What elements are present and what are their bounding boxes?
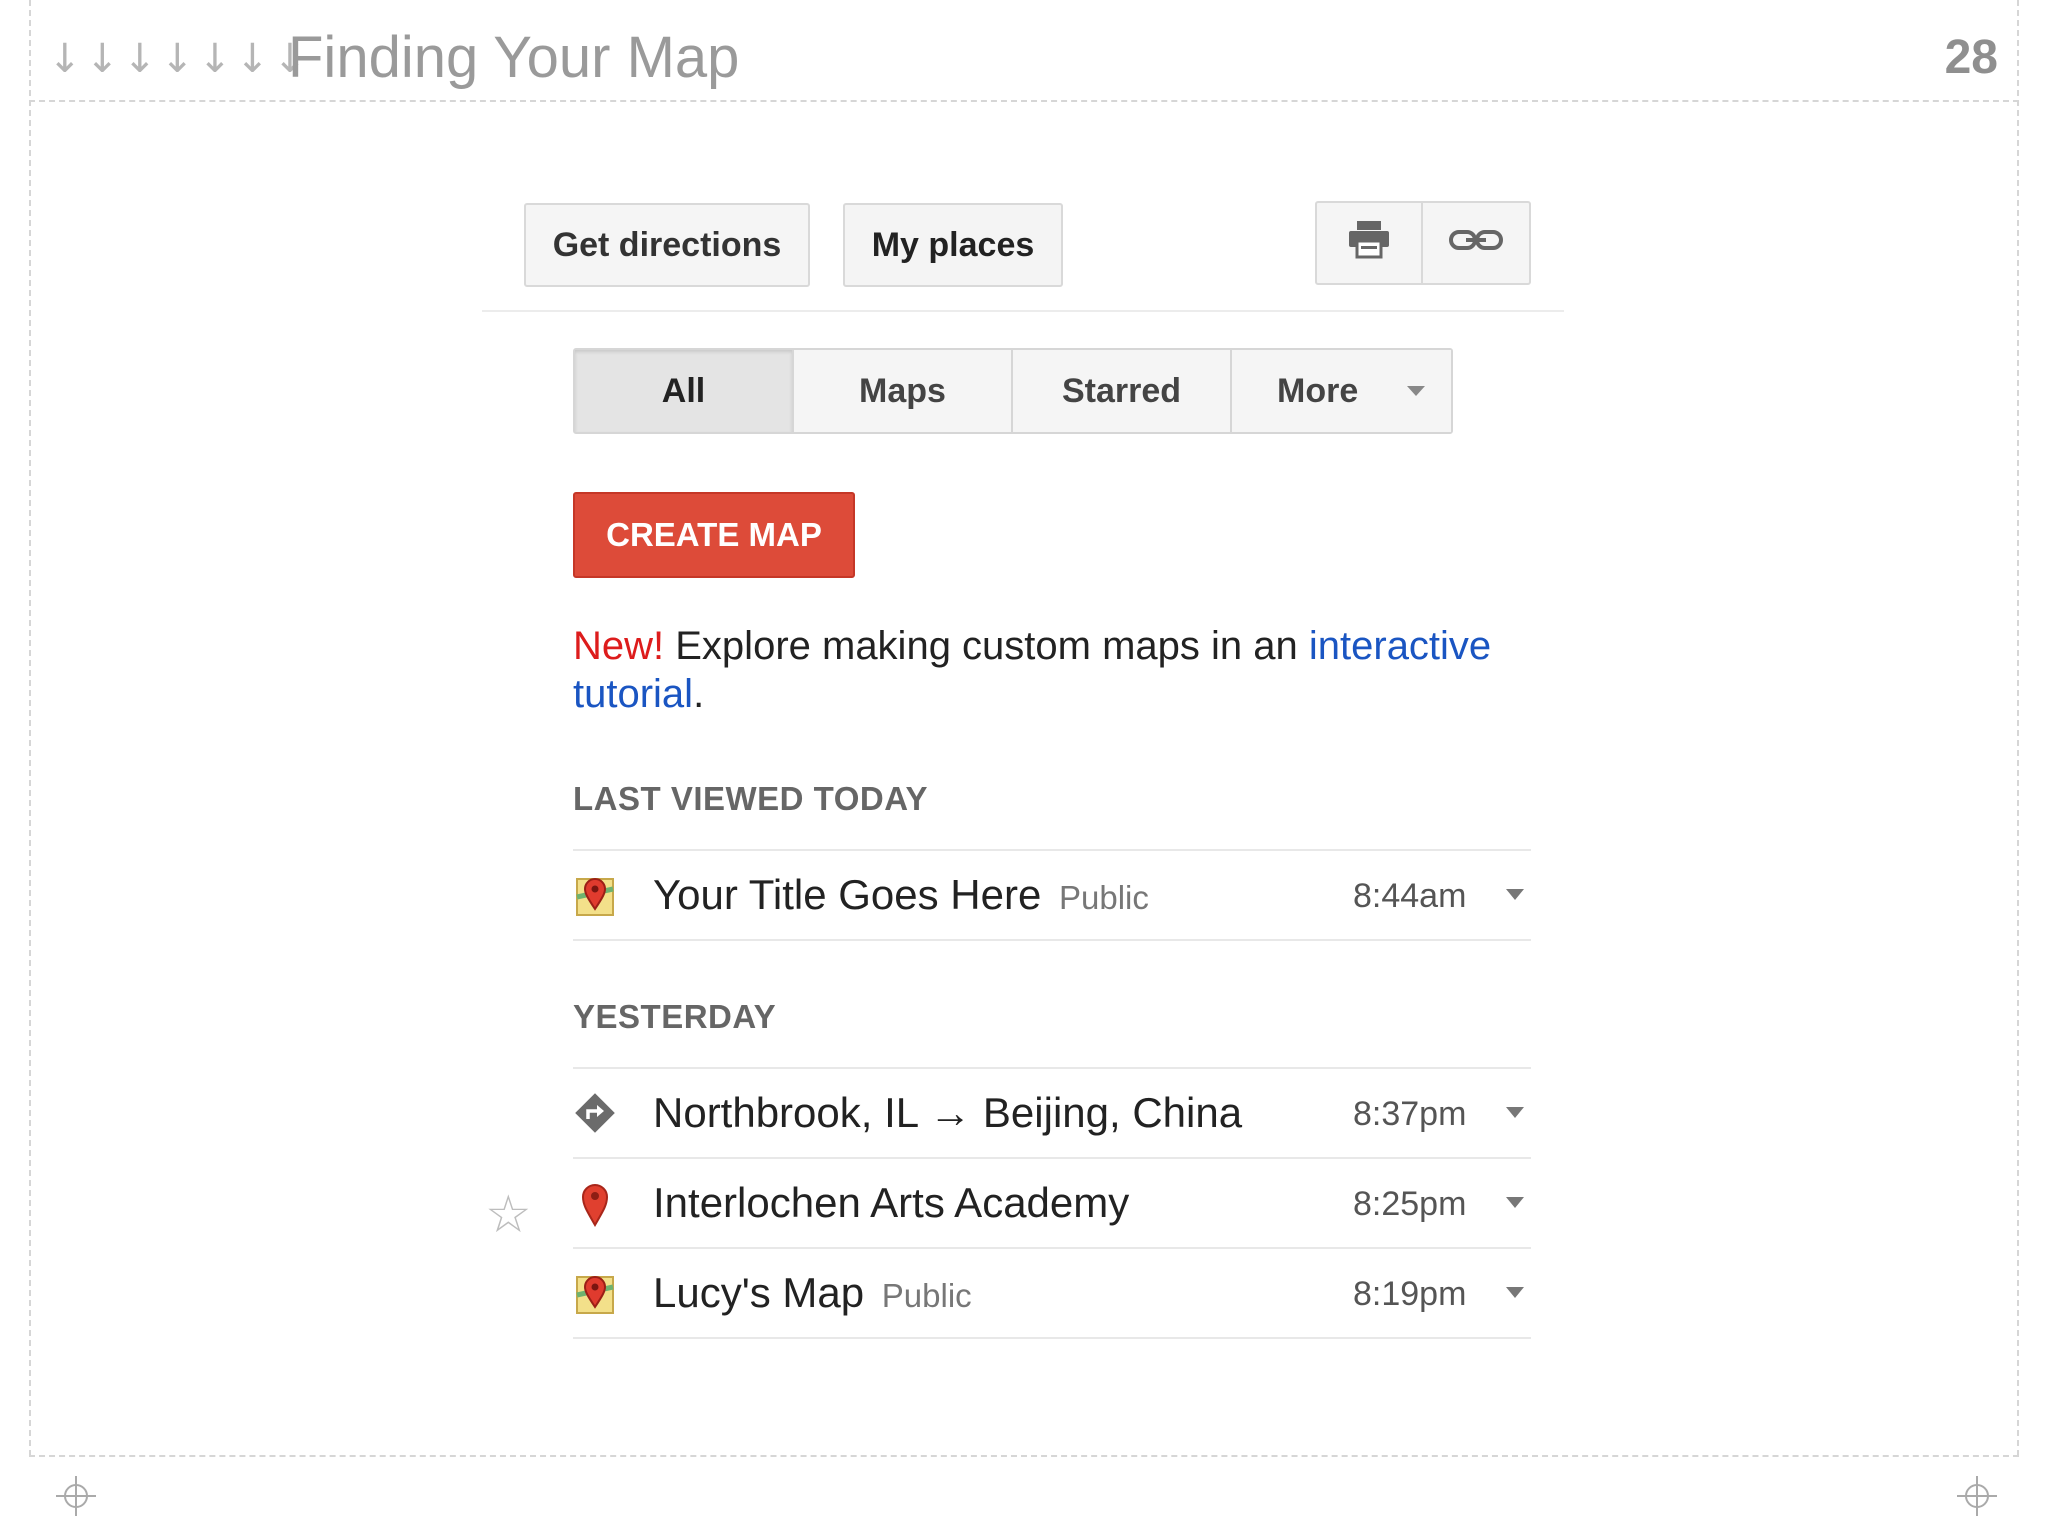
map-list-item[interactable]: Lucy's Map Public 8:19pm: [573, 1247, 1531, 1339]
header-divider: [29, 100, 2019, 102]
slide-arrows: ↓↓↓↓↓↓↓: [48, 36, 311, 82]
tab-maps[interactable]: Maps: [794, 350, 1013, 432]
map-name: Northbrook, IL → Beijing, China: [653, 1089, 1243, 1136]
promo-text: Explore making custom maps in an: [664, 624, 1309, 668]
footer-divider: [29, 1455, 2019, 1457]
new-label: New!: [573, 624, 665, 668]
chevron-down-icon[interactable]: [1506, 889, 1524, 900]
toolbar-divider: [482, 310, 1564, 312]
star-icon[interactable]: ☆: [485, 1185, 532, 1245]
map-title: Your Title Goes Here Public: [653, 871, 1149, 919]
custom-map-icon: [575, 873, 615, 919]
tab-more[interactable]: More: [1232, 350, 1451, 432]
map-time: 8:37pm: [1353, 1095, 1467, 1133]
chevron-down-icon[interactable]: [1506, 1107, 1524, 1118]
section-heading-today: LAST VIEWED TODAY: [573, 780, 929, 817]
map-list-item[interactable]: Interlochen Arts Academy 8:25pm: [573, 1157, 1531, 1247]
tab-all[interactable]: All: [575, 350, 794, 432]
map-list-item[interactable]: Your Title Goes Here Public 8:44am: [573, 849, 1531, 941]
filter-tabs: All Maps Starred More: [573, 348, 1453, 434]
slide-number: 28: [1944, 31, 1998, 84]
map-title: Lucy's Map Public: [653, 1269, 972, 1317]
promo-message: New! Explore making custom maps in an in…: [573, 622, 1573, 718]
map-name: Interlochen Arts Academy: [653, 1179, 1130, 1226]
tab-starred[interactable]: Starred: [1013, 350, 1232, 432]
tab-more-label: More: [1277, 371, 1359, 410]
create-map-button[interactable]: CREATE MAP: [573, 492, 855, 578]
get-directions-button[interactable]: Get directions: [524, 203, 810, 287]
promo-end: .: [693, 672, 705, 716]
custom-map-icon: [575, 1271, 615, 1317]
section-heading-yesterday: YESTERDAY: [573, 998, 777, 1035]
slide-title: Finding Your Map: [288, 25, 740, 90]
link-button[interactable]: [1421, 201, 1531, 285]
crosshair-icon: [56, 1476, 96, 1516]
visibility-tag: Public: [1059, 879, 1149, 916]
red-pin-icon: [575, 1181, 615, 1228]
chevron-down-icon[interactable]: [1506, 1287, 1524, 1298]
map-list-item[interactable]: Northbrook, IL → Beijing, China 8:37pm: [573, 1067, 1531, 1157]
chevron-down-icon: [1407, 386, 1425, 396]
print-button[interactable]: [1315, 201, 1423, 285]
printer-icon: [1347, 219, 1391, 268]
directions-icon: [575, 1091, 615, 1137]
my-places-button[interactable]: My places: [843, 203, 1063, 287]
crosshair-icon: [1957, 1476, 1997, 1516]
map-time: 8:19pm: [1353, 1275, 1467, 1313]
map-time: 8:25pm: [1353, 1185, 1467, 1223]
chevron-down-icon[interactable]: [1506, 1197, 1524, 1208]
visibility-tag: Public: [881, 1277, 972, 1314]
link-icon: [1448, 224, 1504, 263]
map-name: Lucy's Map: [653, 1269, 865, 1316]
map-time: 8:44am: [1353, 877, 1467, 915]
map-name: Your Title Goes Here: [653, 871, 1042, 918]
